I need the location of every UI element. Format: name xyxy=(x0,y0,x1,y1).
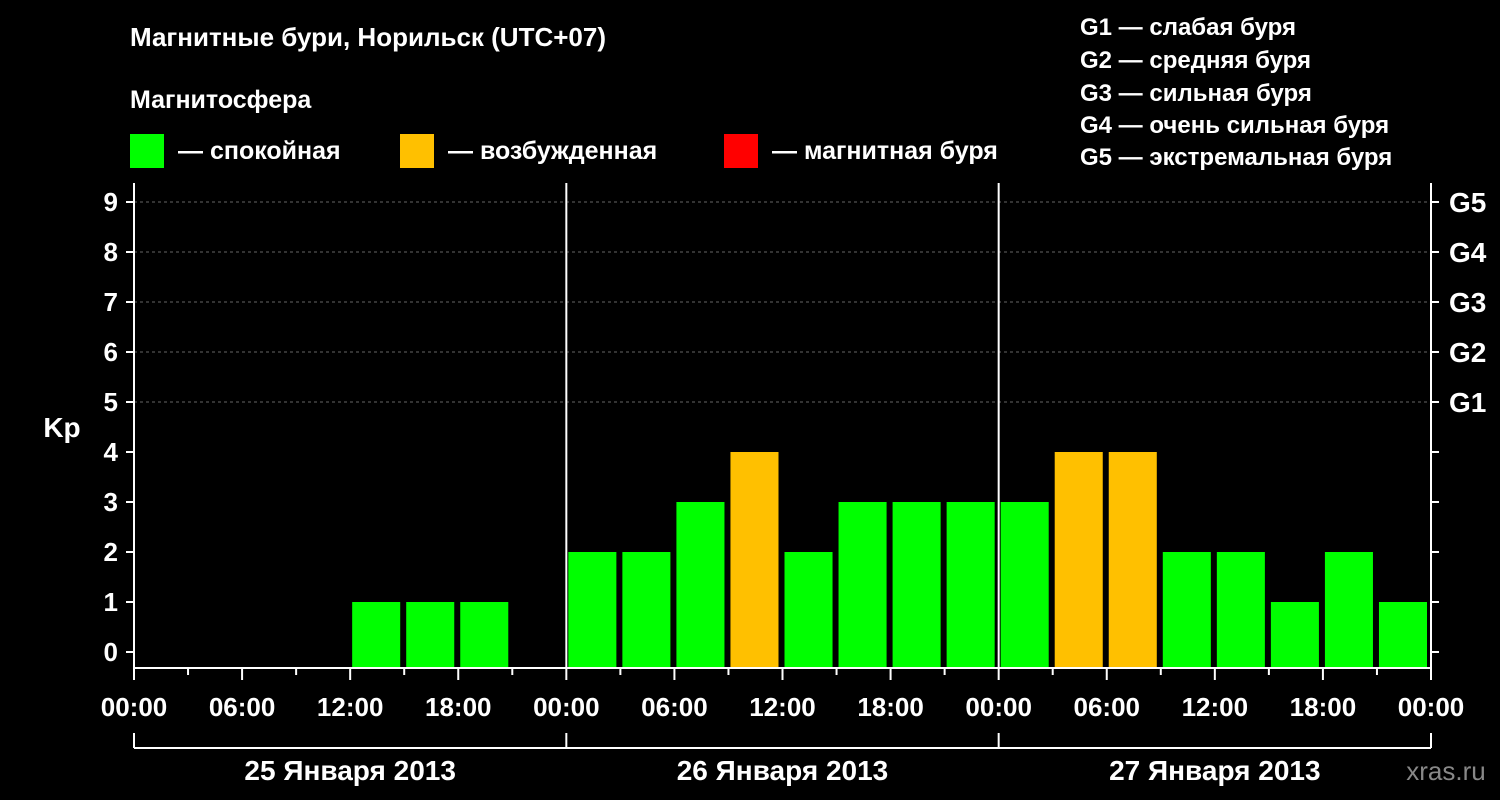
kp-bar-chart: 0 1 2 3 4 5 6 7 8 9 G1 G2 G3 G4 G5 00:00 06:00 12:00 18:00… xyxy=(43,183,1487,786)
x-tick-label: 18:00 xyxy=(1290,692,1357,722)
g-tick-label: G2 xyxy=(1449,337,1486,368)
x-tick-label: 00:00 xyxy=(965,692,1032,722)
y-tick-label: 0 xyxy=(104,637,118,667)
x-tick-label: 18:00 xyxy=(425,692,492,722)
axes-layer: 0 1 2 3 4 5 6 7 8 9 G1 G2 G3 G4 G5 00:00 06:00 12:00 18:00… xyxy=(101,183,1487,786)
y-tick-label: 4 xyxy=(104,437,119,467)
x-tick-label: 00:00 xyxy=(533,692,600,722)
y-axis-label: Kp xyxy=(43,412,80,443)
x-tick-label: 06:00 xyxy=(1074,692,1141,722)
kp-bar xyxy=(838,502,887,668)
kp-bar xyxy=(1000,502,1049,668)
x-tick-label: 12:00 xyxy=(749,692,816,722)
kp-bar xyxy=(676,502,725,668)
kp-bar xyxy=(568,552,617,668)
kp-bar xyxy=(1162,552,1211,668)
y-tick-label: 7 xyxy=(104,287,118,317)
x-tick-label: 12:00 xyxy=(317,692,384,722)
x-tick-label: 00:00 xyxy=(1398,692,1465,722)
kp-bar xyxy=(622,552,671,668)
kp-bar xyxy=(406,602,455,668)
kp-bar xyxy=(784,552,833,668)
kp-bar xyxy=(946,502,995,668)
kp-bar xyxy=(730,452,779,668)
x-tick-label: 18:00 xyxy=(857,692,924,722)
x-tick-label: 12:00 xyxy=(1182,692,1249,722)
y-tick-label: 5 xyxy=(104,387,118,417)
day-label: 26 Января 2013 xyxy=(677,755,889,786)
kp-bar xyxy=(352,602,401,668)
x-tick-label: 00:00 xyxy=(101,692,168,722)
x-tick-label: 06:00 xyxy=(641,692,708,722)
kp-bar xyxy=(1270,602,1319,668)
day-label: 27 Января 2013 xyxy=(1109,755,1321,786)
x-tick-label: 06:00 xyxy=(209,692,276,722)
bars-layer xyxy=(352,452,1427,668)
kp-bar xyxy=(1108,452,1157,668)
day-label: 25 Января 2013 xyxy=(244,755,456,786)
watermark: xras.ru xyxy=(1406,756,1485,786)
kp-bar xyxy=(1054,452,1103,668)
y-tick-label: 8 xyxy=(104,237,118,267)
y-tick-label: 3 xyxy=(104,487,118,517)
kp-bar xyxy=(1378,602,1427,668)
kp-bar xyxy=(460,602,509,668)
kp-bar xyxy=(892,502,941,668)
y-tick-label: 2 xyxy=(104,537,118,567)
g-tick-label: G3 xyxy=(1449,287,1486,318)
kp-bar xyxy=(1324,552,1373,668)
g-tick-label: G1 xyxy=(1449,387,1486,418)
grid-layer xyxy=(134,201,1431,403)
g-tick-label: G4 xyxy=(1449,237,1487,268)
y-tick-label: 9 xyxy=(104,187,118,217)
kp-bar xyxy=(1216,552,1265,668)
y-tick-label: 1 xyxy=(104,587,118,617)
y-tick-label: 6 xyxy=(104,337,118,367)
g-tick-label: G5 xyxy=(1449,187,1486,218)
